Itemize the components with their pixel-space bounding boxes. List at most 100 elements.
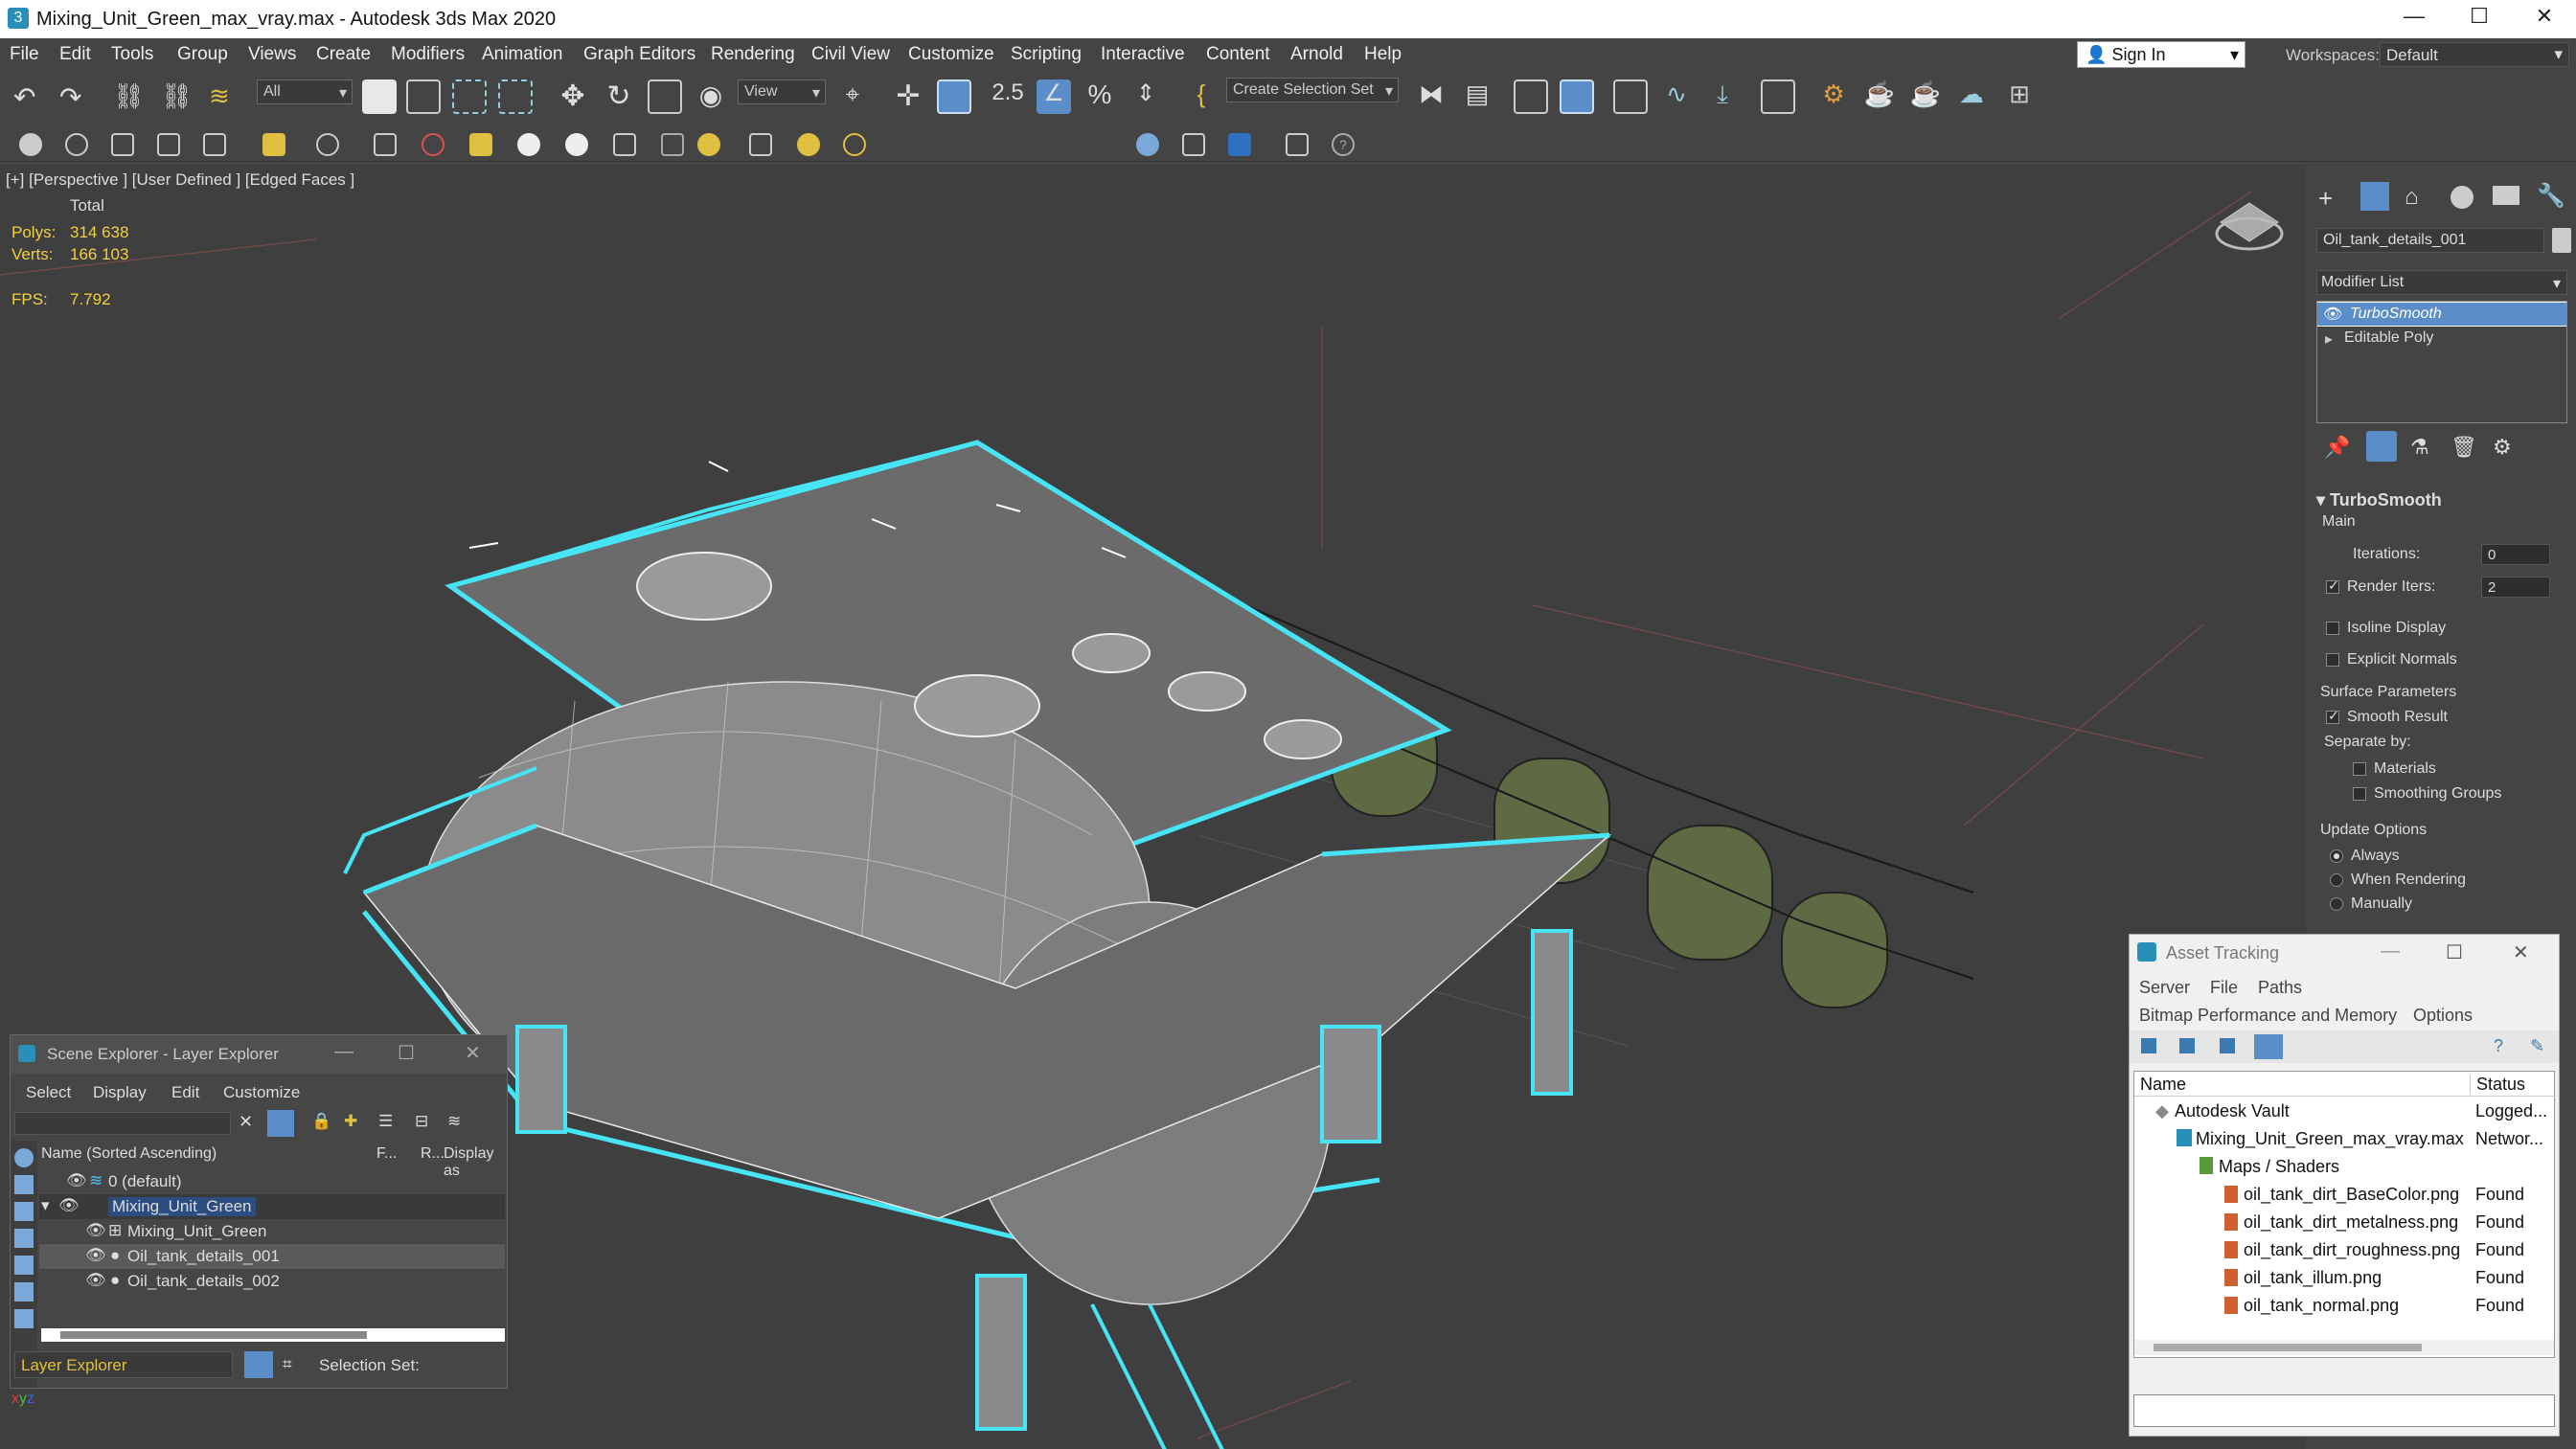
object-row[interactable]: 👁 ⊞ Mixing_Unit_Green: [39, 1219, 505, 1244]
layer-toggle-icon[interactable]: [244, 1351, 273, 1378]
redo-icon[interactable]: ↷: [59, 81, 94, 116]
menu-views[interactable]: Views: [248, 44, 296, 65]
menu-content[interactable]: Content: [1206, 44, 1270, 65]
hierarchy-icon[interactable]: ⊟: [415, 1112, 428, 1131]
highlight-icon[interactable]: ✎: [2530, 1036, 2544, 1056]
make-unique-icon[interactable]: ⚗: [2410, 435, 2429, 460]
close-icon[interactable]: ✕: [2513, 940, 2529, 964]
show-end-result-icon[interactable]: [2366, 431, 2397, 462]
bind-space-warp-icon[interactable]: ≋: [209, 81, 243, 116]
layer-row[interactable]: 👁 ≋ 0 (default): [39, 1169, 505, 1194]
plane-icon[interactable]: [203, 133, 226, 156]
object-color-swatch[interactable]: [2552, 228, 2571, 253]
helper-icon[interactable]: [374, 133, 397, 156]
remove-modifier-icon[interactable]: 🗑: [2451, 435, 2477, 460]
asset-row[interactable]: oil_tank_illum.png Found: [2134, 1265, 2554, 1290]
column-renderable[interactable]: R...: [421, 1145, 445, 1163]
menu-help[interactable]: Help: [1364, 44, 1402, 65]
materials-checkbox[interactable]: [2353, 762, 2366, 776]
box-icon[interactable]: [111, 133, 134, 156]
mirror-icon[interactable]: ⧓: [1414, 79, 1448, 114]
lock-icon[interactable]: 🔒: [311, 1112, 331, 1131]
layer-row[interactable]: ▾ 👁 Mixing_Unit_Green: [39, 1194, 505, 1219]
particle-icon[interactable]: [613, 133, 636, 156]
eye-icon[interactable]: 👁: [58, 1196, 80, 1215]
menu-civil-view[interactable]: Civil View: [811, 44, 890, 65]
keyboard-shortcut-override-icon[interactable]: [937, 79, 971, 114]
display-spacewarps-icon[interactable]: [14, 1309, 34, 1328]
render-iters-spinner[interactable]: 2: [2481, 577, 2550, 598]
filter-icon[interactable]: [267, 1110, 294, 1137]
nurbs-icon[interactable]: [697, 133, 720, 156]
asset-row[interactable]: oil_tank_dirt_metalness.png Found: [2134, 1210, 2554, 1234]
maximize-icon[interactable]: ☐: [398, 1041, 415, 1065]
render-production-icon[interactable]: ☕: [1908, 79, 1943, 114]
object-row[interactable]: 👁 ● Oil_tank_details_001: [39, 1244, 505, 1269]
stack-item-editable-poly[interactable]: ▸ Editable Poly: [2317, 327, 2566, 350]
viewport-label[interactable]: [+] [Perspective ] [User Defined ] [Edge…: [6, 170, 354, 190]
unlink-icon[interactable]: ⛓: [161, 81, 195, 116]
column-name[interactable]: Name (Sorted Ascending): [41, 1145, 217, 1163]
undo-icon[interactable]: ↶: [13, 81, 48, 116]
layers-icon[interactable]: ☰: [378, 1112, 393, 1131]
close-icon[interactable]: ✕: [2516, 4, 2573, 29]
configure-modifier-sets-icon[interactable]: ⚙: [2493, 435, 2512, 460]
se-menu-display[interactable]: Display: [93, 1083, 147, 1102]
at-menu-server[interactable]: Server: [2139, 978, 2190, 998]
window-crossing-icon[interactable]: [498, 79, 533, 114]
sun-icon[interactable]: [797, 133, 820, 156]
explicit-normals-checkbox[interactable]: [2326, 653, 2339, 667]
rendered-frame-window-icon[interactable]: ☕: [1862, 79, 1897, 114]
iterations-spinner[interactable]: 0: [2481, 544, 2550, 565]
placement-icon[interactable]: ◉: [694, 79, 728, 114]
edit-named-selection-icon[interactable]: {: [1184, 79, 1219, 114]
asset-row[interactable]: oil_tank_dirt_roughness.png Found: [2134, 1237, 2554, 1262]
eye-icon[interactable]: 👁: [85, 1246, 106, 1265]
column-status[interactable]: Status: [2470, 1075, 2525, 1095]
menu-edit[interactable]: Edit: [59, 44, 91, 65]
layers-stack-icon[interactable]: ≋: [447, 1112, 461, 1131]
eye-icon[interactable]: 👁: [66, 1171, 87, 1190]
menu-animation[interactable]: Animation: [482, 44, 563, 65]
maximize-icon[interactable]: ☐: [2446, 940, 2463, 964]
toggle-layer-explorer-icon[interactable]: [1560, 79, 1594, 114]
add-layer-icon[interactable]: ✚: [344, 1112, 357, 1131]
pin-stack-icon[interactable]: 📌: [2324, 435, 2350, 460]
autodesk-a360-gallery-icon[interactable]: ⊞: [2002, 79, 2037, 114]
system-icon[interactable]: [469, 133, 492, 156]
utilities-tab-icon[interactable]: 🔧: [2537, 182, 2565, 210]
link-icon[interactable]: ⛓: [113, 81, 148, 116]
display-none-icon[interactable]: [14, 1148, 34, 1167]
select-manipulate-icon[interactable]: ✛: [891, 79, 925, 114]
explorer-type-dropdown[interactable]: Layer Explorer: [14, 1351, 233, 1378]
scale-icon[interactable]: [648, 79, 682, 114]
vray-frame-buffer-icon[interactable]: [1228, 133, 1251, 156]
eye-icon[interactable]: 👁: [2323, 305, 2342, 324]
snaps-toggle-icon[interactable]: 2.5: [991, 79, 1025, 114]
light-icon[interactable]: [262, 133, 285, 156]
at-menu-bitmap-performance[interactable]: Bitmap Performance and Memory: [2139, 1006, 2397, 1026]
motion-tab-icon[interactable]: [2451, 186, 2473, 209]
named-selection-set-dropdown[interactable]: Create Selection Set ▾: [1226, 78, 1399, 102]
curve-editor-icon[interactable]: ∿: [1659, 79, 1694, 114]
toggle-ribbon-icon[interactable]: [1613, 79, 1648, 114]
tree-view-icon[interactable]: [2220, 1038, 2235, 1053]
angle-snap-icon[interactable]: ∠: [1037, 79, 1071, 114]
list-view-icon[interactable]: [2179, 1038, 2195, 1053]
column-frozen[interactable]: F...: [376, 1145, 397, 1163]
vray-lister-icon[interactable]: [1286, 133, 1309, 156]
search-input[interactable]: [14, 1112, 231, 1135]
scene-explorer-titlebar[interactable]: Scene Explorer - Layer Explorer — ☐ ✕: [11, 1035, 507, 1074]
patch-icon[interactable]: [661, 133, 684, 156]
rotate-icon[interactable]: ↻: [602, 79, 636, 114]
shape-icon[interactable]: [517, 133, 540, 156]
object-name-field[interactable]: Oil_tank_details_001: [2316, 228, 2544, 253]
horizontal-scrollbar[interactable]: [2134, 1340, 2554, 1355]
expand-arrow-icon[interactable]: ▾: [41, 1196, 50, 1215]
asset-row[interactable]: Mixing_Unit_Green_max_vray.max Networ...: [2134, 1126, 2554, 1151]
sign-in-dropdown[interactable]: 👤 Sign In ▾: [2077, 41, 2245, 68]
minimize-icon[interactable]: —: [2385, 4, 2443, 29]
at-menu-file[interactable]: File: [2210, 978, 2238, 998]
menu-arnold[interactable]: Arnold: [1290, 44, 1343, 65]
layered-render-icon[interactable]: [1182, 133, 1205, 156]
